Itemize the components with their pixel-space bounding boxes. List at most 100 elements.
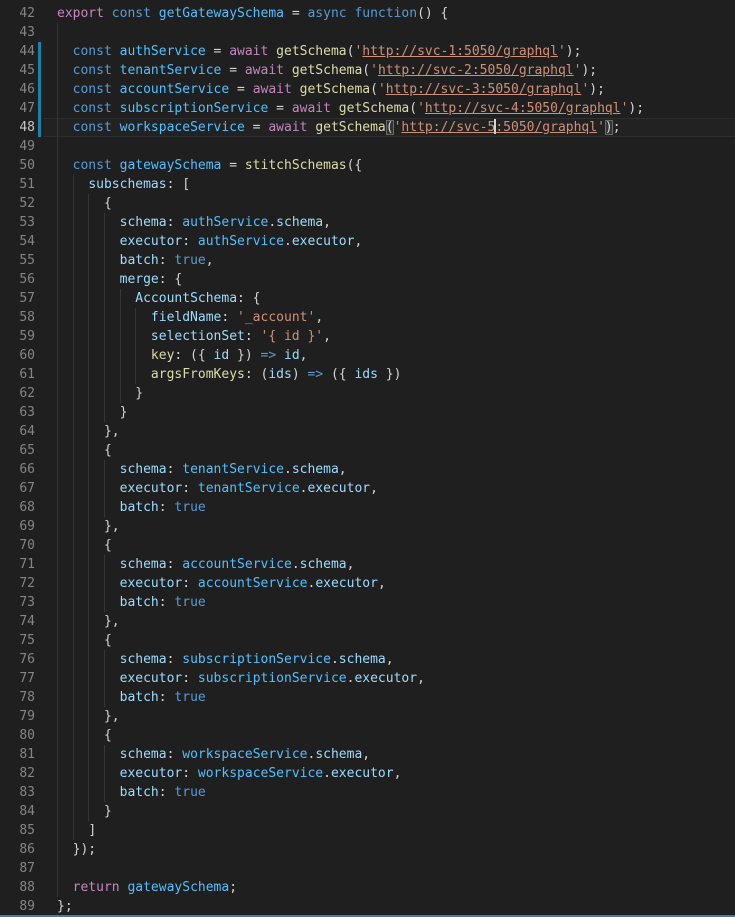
code-line[interactable]: 54 executor: authService.executor,	[0, 232, 735, 251]
code-text: key: ({ id }) => id,	[57, 346, 735, 365]
code-line[interactable]: 44 const authService = await getSchema('…	[0, 42, 735, 61]
code-line[interactable]: 43	[0, 23, 735, 42]
code-line[interactable]: 71 schema: accountService.schema,	[0, 555, 735, 574]
code-token: executor	[331, 766, 394, 781]
code-line[interactable]: 86 });	[0, 840, 735, 859]
line-number: 70	[0, 536, 44, 555]
code-line[interactable]: 84 }	[0, 802, 735, 821]
code-line[interactable]: 70 {	[0, 536, 735, 555]
code-line[interactable]: 67 executor: tenantService.executor,	[0, 479, 735, 498]
code-line[interactable]: 56 merge: {	[0, 270, 735, 289]
code-line[interactable]: 87	[0, 859, 735, 878]
code-line[interactable]: 82 executor: workspaceService.executor,	[0, 764, 735, 783]
code-text: }	[57, 403, 735, 422]
code-line[interactable]: 77 executor: subscriptionService.executo…	[0, 669, 735, 688]
code-line[interactable]: 85 ]	[0, 821, 735, 840]
code-line[interactable]: 80 {	[0, 726, 735, 745]
code-content: subschemas: [	[44, 175, 735, 194]
code-line[interactable]: 83 batch: true	[0, 783, 735, 802]
code-line[interactable]: 58 fieldName: '_account',	[0, 308, 735, 327]
code-text: {	[57, 536, 735, 555]
url-link[interactable]: http://svc-5	[401, 120, 495, 135]
code-line[interactable]: 47 const subscriptionService = await get…	[0, 99, 735, 118]
code-content: argsFromKeys: (ids) => ({ ids })	[44, 365, 735, 384]
code-line[interactable]: 68 batch: true	[0, 498, 735, 517]
indent-whitespace	[57, 481, 120, 496]
code-token: =	[221, 158, 244, 173]
indent-guide	[57, 137, 58, 156]
code-line[interactable]: 60 key: ({ id }) => id,	[0, 346, 735, 365]
code-line[interactable]: 48 const workspaceService = await getSch…	[0, 118, 735, 137]
code-line[interactable]: 74 },	[0, 612, 735, 631]
indent-whitespace	[57, 728, 104, 743]
code-token: executor	[120, 234, 183, 249]
code-line[interactable]: 76 schema: subscriptionService.schema,	[0, 650, 735, 669]
code-text: executor: accountService.executor,	[57, 574, 735, 593]
code-line[interactable]: 88 return gatewaySchema;	[0, 878, 735, 897]
indent-whitespace	[57, 101, 73, 116]
code-line[interactable]: 89};	[0, 897, 735, 915]
code-line[interactable]: 66 schema: tenantService.schema,	[0, 460, 735, 479]
code-line[interactable]: 53 schema: authService.schema,	[0, 213, 735, 232]
code-line[interactable]: 81 schema: workspaceService.schema,	[0, 745, 735, 764]
code-line[interactable]: 75 {	[0, 631, 735, 650]
code-token: ,	[339, 462, 347, 477]
code-token: async	[307, 6, 346, 21]
code-token: );	[589, 82, 605, 97]
code-line[interactable]: 50 const gatewaySchema = stitchSchemas({	[0, 156, 735, 175]
line-number: 43	[0, 23, 44, 42]
code-token: .	[323, 766, 331, 781]
code-line[interactable]: 59 selectionSet: '{ id }',	[0, 327, 735, 346]
code-line[interactable]: 69 },	[0, 517, 735, 536]
code-line[interactable]: 51 subschemas: [	[0, 175, 735, 194]
indent-whitespace	[57, 177, 88, 192]
code-token: ids	[354, 367, 377, 382]
url-link[interactable]: :5050/graphql	[495, 120, 597, 135]
indent-whitespace	[57, 120, 73, 135]
code-token: {	[104, 728, 112, 743]
code-text: };	[57, 897, 735, 915]
indent-whitespace	[57, 215, 120, 230]
code-editor[interactable]: 42export const getGatewaySchema = async …	[0, 0, 735, 915]
url-link[interactable]: http://svc-4:5050/graphql	[425, 101, 621, 116]
code-token: subscriptionService	[120, 101, 269, 116]
code-token: gatewaySchema	[127, 880, 229, 895]
line-number: 66	[0, 460, 44, 479]
code-line[interactable]: 65 {	[0, 441, 735, 460]
code-line[interactable]: 73 batch: true	[0, 593, 735, 612]
code-line[interactable]: 45 const tenantService = await getSchema…	[0, 61, 735, 80]
code-token: ,	[315, 310, 323, 325]
code-text: subschemas: [	[57, 175, 735, 194]
indent-whitespace	[57, 709, 104, 724]
code-line[interactable]: 62 }	[0, 384, 735, 403]
code-token: '{ id }'	[261, 329, 324, 344]
url-link[interactable]: http://svc-1:5050/graphql	[362, 44, 558, 59]
url-link[interactable]: http://svc-3:5050/graphql	[386, 82, 582, 97]
line-number: 53	[0, 213, 44, 232]
code-line[interactable]: 52 {	[0, 194, 735, 213]
code-line[interactable]: 55 batch: true,	[0, 251, 735, 270]
code-token: :	[159, 500, 175, 515]
code-token: key	[151, 348, 174, 363]
code-line[interactable]: 72 executor: accountService.executor,	[0, 574, 735, 593]
code-line[interactable]: 64 },	[0, 422, 735, 441]
code-line[interactable]: 79 },	[0, 707, 735, 726]
line-number: 73	[0, 593, 44, 612]
code-line[interactable]: 61 argsFromKeys: (ids) => ({ ids })	[0, 365, 735, 384]
code-line[interactable]: 42export const getGatewaySchema = async …	[0, 4, 735, 23]
url-link[interactable]: http://svc-2:5050/graphql	[378, 63, 574, 78]
code-content: },	[44, 422, 735, 441]
code-content: const gatewaySchema = stitchSchemas({	[44, 156, 735, 175]
code-line[interactable]: 46 const accountService = await getSchem…	[0, 80, 735, 99]
line-number: 67	[0, 479, 44, 498]
indent-whitespace	[57, 519, 104, 534]
line-number: 80	[0, 726, 44, 745]
code-token: batch	[120, 500, 159, 515]
code-line[interactable]: 63 }	[0, 403, 735, 422]
code-line[interactable]: 49	[0, 137, 735, 156]
code-line[interactable]: 78 batch: true	[0, 688, 735, 707]
code-line[interactable]: 57 AccountSchema: {	[0, 289, 735, 308]
code-token: true	[174, 500, 205, 515]
code-token: :	[159, 690, 175, 705]
line-number: 55	[0, 251, 44, 270]
